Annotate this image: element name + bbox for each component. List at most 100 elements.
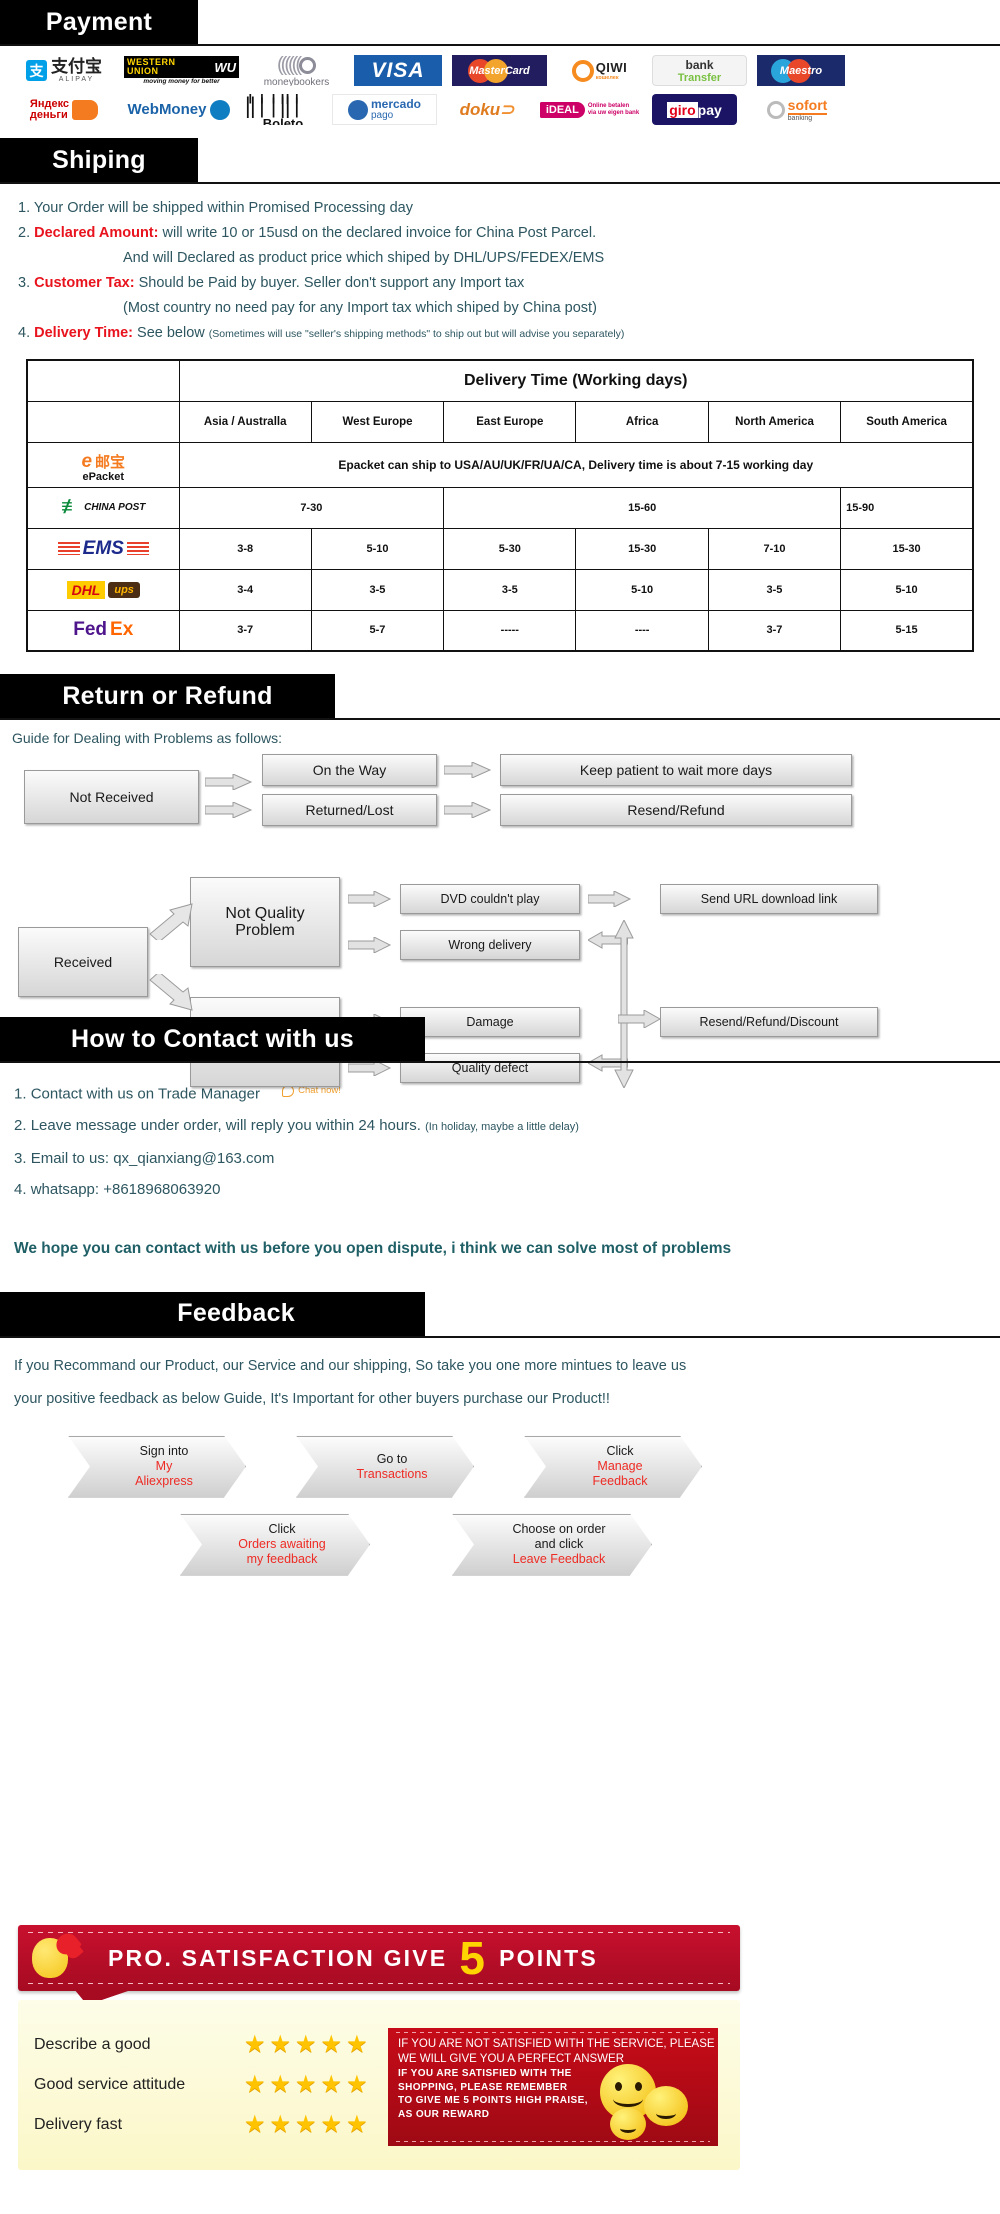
contact-item-4: 4. whatsapp: +8618968063920 xyxy=(14,1174,986,1205)
shipping-item-4-num: 4. xyxy=(18,325,31,341)
yandex-dengi-logo: Яндекс деньги xyxy=(14,94,114,125)
feedback-step-click-orders: Click Orders awaiting my feedback xyxy=(180,1514,370,1576)
contact-item-3-num: 3. xyxy=(14,1149,27,1167)
flow-box-not-received: Not Received xyxy=(24,770,199,824)
alipay-mark: 支 xyxy=(26,60,47,81)
dhl-icon: DHL xyxy=(66,580,106,599)
flow-box-not-quality-problem: Not Quality Problem xyxy=(190,877,340,967)
payment-logos: 支 支付宝 ALIPAY WESTERN UNION WU moving mon… xyxy=(0,46,1000,138)
step1-red2: Aliexpress xyxy=(135,1474,193,1488)
payment-title: Payment xyxy=(45,7,153,36)
table-row-title: Delivery Time (Working days) xyxy=(26,359,974,402)
return-header-bar: Return or Refund xyxy=(0,674,335,718)
sofort-label: sofort xyxy=(787,97,828,115)
shipping-item-4: 4. Delivery Time: See below (Sometimes w… xyxy=(18,321,982,347)
flow-arrow-nqp-wrong xyxy=(348,937,392,953)
contact-item-3: 3. Email to us: qx_qianxiang@163.com xyxy=(14,1143,986,1174)
smiley-large-mouth xyxy=(613,2091,643,2107)
contact-whatsapp: whatsapp: +8618968063920 xyxy=(30,1180,221,1198)
visa-logo: VISA xyxy=(354,55,442,86)
china-post-label: CHINA POST xyxy=(84,502,146,513)
step4-red2: my feedback xyxy=(246,1552,318,1566)
handshake-icon xyxy=(347,99,368,120)
table-row-ems: EMS 3-8 5-10 5-30 15-30 7-10 15-30 xyxy=(26,527,974,570)
section-header-return: Return or Refund xyxy=(0,674,1000,720)
flow-arrow-dvd-url xyxy=(588,891,632,907)
visa-label: VISA xyxy=(371,58,425,82)
step5-red1: Leave Feedback xyxy=(512,1552,606,1566)
flow-box-send-url: Send URL download link xyxy=(660,884,878,914)
step5-black: Choose on order xyxy=(512,1522,606,1536)
region-header-south-america: South America xyxy=(840,400,974,443)
western-union-logo: WESTERN UNION WU moving money for better xyxy=(124,55,239,86)
rating-row-describe: Describe a good ★★★★★ xyxy=(34,2033,372,2057)
contact-item-2: 2. Leave message under order, will reply… xyxy=(14,1110,986,1143)
dhl-east-europe: 3-5 xyxy=(443,568,577,611)
rating-stars-describe[interactable]: ★★★★★ xyxy=(244,2033,372,2057)
rating-row-service: Good service attitude ★★★★★ xyxy=(34,2073,372,2097)
ems-asia: 3-8 xyxy=(178,527,312,570)
ideal-tagline1: Online betalen xyxy=(587,102,630,109)
ideal-tagline2: via uw eigen bank xyxy=(587,109,640,116)
rating-rows: Describe a good ★★★★★ Good service attit… xyxy=(34,2033,372,2137)
ideal-badge: iDEAL xyxy=(539,101,585,118)
qiwi-label: QIWI xyxy=(595,60,628,75)
shipping-item-3-text: Should be Paid by buyer. Seller don't su… xyxy=(138,275,525,291)
payment-logo-row-2: Яндекс деньги WebMoney |||‖|‖||‖| Boleto… xyxy=(14,93,986,126)
ems-south-america: 15-30 xyxy=(840,527,974,570)
carrier-epacket: e 邮宝 ePacket xyxy=(26,441,180,488)
rating-stars-service[interactable]: ★★★★★ xyxy=(244,2073,372,2097)
epacket-cn-icon: 邮宝 xyxy=(95,454,126,471)
smiley-large-eye-left xyxy=(615,2082,622,2091)
shipping-item-3-num: 3. xyxy=(18,275,31,291)
contact-item-1-text: Contact with us on Trade Manager xyxy=(30,1085,260,1103)
bank-transfer-line2: Transfer xyxy=(677,71,722,84)
doku-logo: doku ⊃ xyxy=(447,94,527,125)
table-row-dhl-ups: DHL ups 3-4 3-5 3-5 5-10 3-5 5-10 xyxy=(26,568,974,611)
yandex-line2: деньги xyxy=(29,108,68,121)
satisfaction-banner-wrap: PRO. SATISFACTION GIVE 5 POINTS xyxy=(18,1925,740,2005)
shipping-item-1-text: Your Order will be shipped within Promis… xyxy=(33,200,413,216)
china-post-asia-westeu: 7-30 xyxy=(178,486,445,529)
flow-arrow-rl-rr xyxy=(444,802,492,818)
rating-stars-delivery[interactable]: ★★★★★ xyxy=(244,2113,372,2137)
wu-initials: WU xyxy=(214,59,236,75)
sofort-sub: banking xyxy=(787,115,813,122)
carrier-china-post: ≢ CHINA POST xyxy=(26,486,180,529)
doku-label: doku xyxy=(459,99,501,119)
carrier-ems: EMS xyxy=(26,527,180,570)
maestro-label: Maestro xyxy=(779,64,823,77)
section-header-shiping: Shiping xyxy=(0,138,1000,184)
dhl-west-europe: 3-5 xyxy=(310,568,445,611)
section-header-contact: How to Contact with us xyxy=(0,1017,1000,1063)
contact-item-2-note: (In holiday, maybe a little delay) xyxy=(425,1120,579,1133)
contact-hope-message: We hope you can contact with us before y… xyxy=(14,1239,732,1257)
flow-box-received: Received xyxy=(18,927,148,997)
qiwi-sub: кошелек xyxy=(595,75,619,81)
moneybookers-label: moneybookers xyxy=(263,76,330,87)
flow-box-wrong-delivery: Wrong delivery xyxy=(400,930,580,960)
epacket-e-icon: e xyxy=(81,450,93,472)
fedex-fed-icon: Fed xyxy=(73,619,108,641)
ems-west-europe: 5-10 xyxy=(310,527,445,570)
shiping-header-bar: Shiping xyxy=(0,138,198,182)
rating-label-describe: Describe a good xyxy=(34,2036,151,2053)
shipping-item-3-sub: (Most country no need pay for any Import… xyxy=(123,300,597,316)
flow-arrow-received-nqp xyxy=(148,900,196,940)
shipping-item-2-text: will write 10 or 15usd on the declared i… xyxy=(162,225,597,241)
region-header-north-america: North America xyxy=(707,400,842,443)
mercado-line1: mercado xyxy=(370,96,422,111)
china-post-south-america: 15-90 xyxy=(840,486,974,529)
qiwi-logo: QIWI кошелек xyxy=(557,55,642,86)
mercado-line2: pago xyxy=(370,109,394,121)
region-header-asia: Asia / Australla xyxy=(178,400,312,443)
giropay-giro: giro xyxy=(667,101,698,118)
step3-black: Click xyxy=(606,1444,634,1458)
table-row-epacket: e 邮宝 ePacket Epacket can ship to USA/AU/… xyxy=(26,441,974,488)
rating-label-service: Good service attitude xyxy=(34,2076,186,2093)
section-header-feedback: Feedback xyxy=(0,1291,1000,1338)
contact-title: How to Contact with us xyxy=(71,1024,354,1053)
ups-icon: ups xyxy=(108,581,140,598)
yandex-wallet-icon xyxy=(72,99,99,120)
delivery-table-title: Delivery Time (Working days) xyxy=(178,359,974,402)
